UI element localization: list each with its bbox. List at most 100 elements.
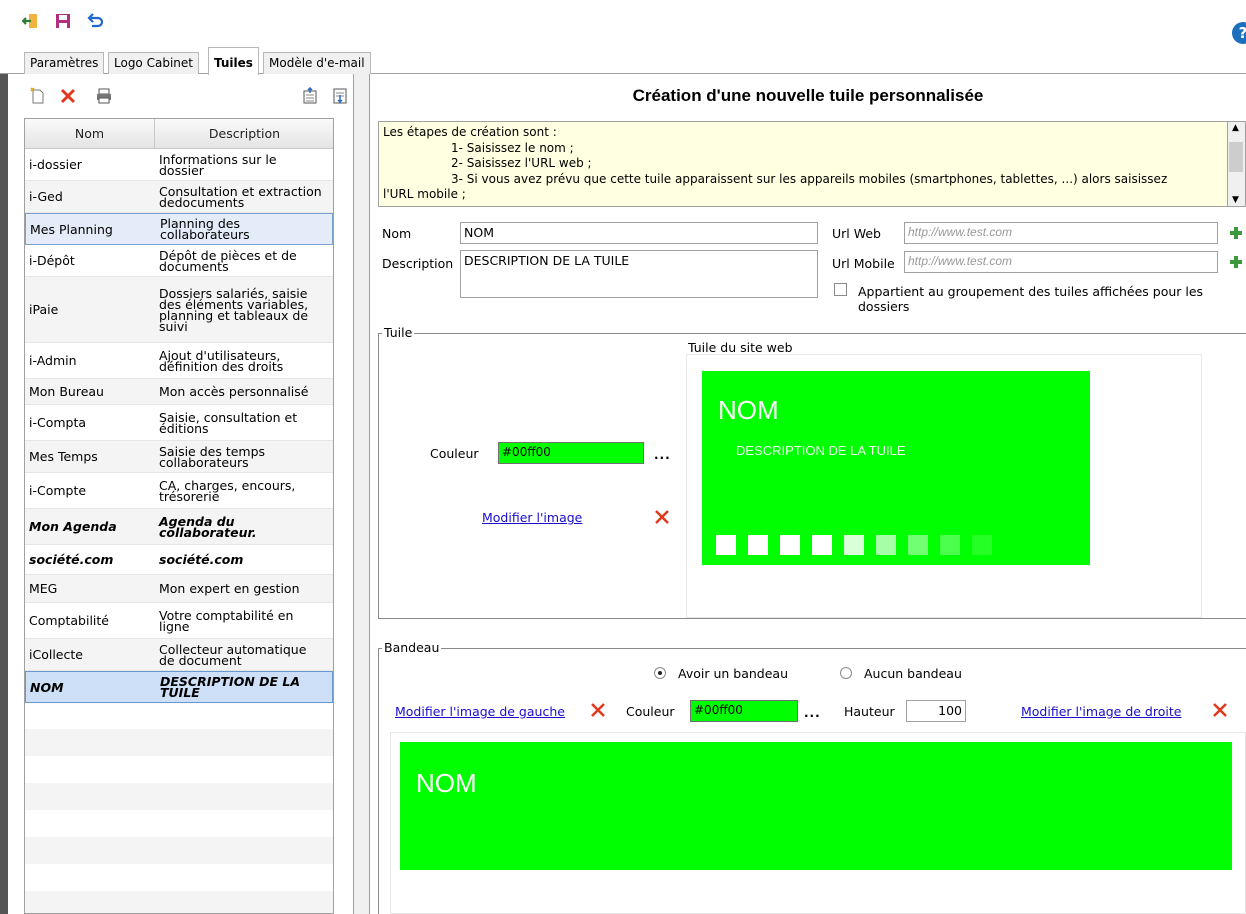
table-row[interactable]: i-Compte CA, charges, encours, trésorerie [25,473,333,509]
banner-title: NOM [416,768,477,798]
bandeau-legend: Bandeau [382,640,442,655]
row-description: société.com [159,552,244,567]
groupement-checkbox[interactable] [834,283,847,296]
nom-input[interactable]: NOM [460,222,818,244]
description-input[interactable]: DESCRIPTION DE LA TUILE [460,250,818,298]
banner-preview: NOM [400,742,1232,870]
tile-dot [780,535,800,555]
export-icon[interactable] [300,86,320,106]
new-icon[interactable] [28,86,48,106]
table-row[interactable]: i-Ged Consultation et extraction dedocume… [25,181,333,213]
radio-avoir-bandeau-label: Avoir un bandeau [678,666,788,681]
row-description: Saisie, consultation et éditions [159,409,298,436]
table-row[interactable]: i-Compta Saisie, consultation et éditions [25,405,333,441]
row-description: CA, charges, encours, trésorerie [159,477,296,504]
empty-row [25,837,333,864]
tab-logo-cabinet[interactable]: Logo Cabinet [108,52,199,74]
splitter[interactable] [354,74,370,914]
remove-image-icon[interactable] [654,509,670,525]
exit-icon[interactable] [20,10,42,32]
url-web-input[interactable]: http://www.test.com [904,222,1218,244]
table-row[interactable]: iCollecte Collecteur automatique de docum… [25,639,333,671]
print-icon[interactable] [94,86,114,106]
table-row[interactable]: Mes Planning Planning des collaborateurs [25,213,333,245]
bandeau-color-picker-button[interactable]: ... [804,706,821,720]
hauteur-label: Hauteur [844,704,895,719]
table-row[interactable]: iPaie Dossiers salariés, saisie des éléme… [25,277,333,343]
empty-row [25,783,333,810]
row-name: Mes Temps [29,449,98,464]
remove-left-image-icon[interactable] [590,702,606,718]
tuile-color-input[interactable]: #00ff00 [498,442,644,464]
import-icon[interactable] [330,86,350,106]
tab-parametres[interactable]: Paramètres [24,52,105,74]
tile-dot [940,535,960,555]
add-url-web-icon[interactable] [1228,225,1244,241]
row-name: Mon Bureau [29,384,104,399]
table-row[interactable]: i-Admin Ajout d'utilisateurs, définition … [25,343,333,379]
info-line: 2- Saisissez l'URL web ; [451,156,592,170]
row-description: Dépôt de pièces et de documents [159,247,297,274]
table-row[interactable]: Mon Bureau Mon accès personnalisé [25,379,333,405]
info-box: Les étapes de création sont : 1- Saisiss… [378,121,1228,207]
tile-dot [716,535,736,555]
row-name: iCollecte [29,647,83,662]
delete-icon[interactable] [58,86,78,106]
tuile-color-picker-button[interactable]: ... [654,448,671,462]
hauteur-input[interactable]: 100 [906,700,966,722]
row-name: Comptabilité [29,613,109,628]
bandeau-color-input[interactable]: #00ff00 [690,700,798,722]
row-name: Mon Agenda [29,519,117,534]
row-name: société.com [29,552,114,567]
column-header-nom[interactable]: Nom [25,119,155,149]
table-row[interactable]: Mes Temps Saisie des temps collaborateurs [25,441,333,473]
row-description: Consultation et extraction dedocuments [159,183,322,210]
modify-image-link[interactable]: Modifier l'image [482,510,582,525]
table-row[interactable]: i-dossier Informations sur le dossier [25,149,333,181]
row-name: i-dossier [29,157,82,172]
row-name: i-Dépôt [29,253,75,268]
tab-tuiles[interactable]: Tuiles [208,47,259,75]
url-mobile-input[interactable]: http://www.test.com [904,251,1218,273]
row-description: Mon accès personnalisé [159,384,309,399]
modify-left-image-link[interactable]: Modifier l'image de gauche [395,704,565,719]
row-description: Agenda du collaborateur. [159,513,257,540]
table-row[interactable]: Comptabilité Votre comptabilité en ligne [25,603,333,639]
row-description: Informations sur le dossier [159,151,277,178]
modify-right-image-link[interactable]: Modifier l'image de droite [1021,704,1181,719]
scroll-down-icon[interactable]: ▼ [1232,195,1239,205]
column-header-description[interactable]: Description [155,119,333,149]
scroll-up-icon[interactable]: ▲ [1232,123,1239,133]
tile-title: NOM [718,395,779,425]
left-edge [0,74,8,914]
row-name: iPaie [29,302,59,317]
add-url-mobile-icon[interactable] [1228,254,1244,270]
save-icon[interactable] [52,10,74,32]
table-row[interactable]: NOM DESCRIPTION DE LA TUILE [25,671,333,703]
nom-label: Nom [382,226,412,241]
tab-bar: Paramètres Logo Cabinet Tuiles Modèle d'… [0,44,1246,75]
radio-avoir-bandeau[interactable] [654,667,666,679]
table-row[interactable]: Mon Agenda Agenda du collaborateur. [25,509,333,545]
tuile-preview-label: Tuile du site web [688,340,793,355]
info-line: l'URL mobile ; [383,187,466,201]
tile-preview: NOM DESCRIPTION DE LA TUILE [702,371,1090,565]
info-scrollbar[interactable]: ▲ ▼ [1228,121,1246,207]
row-description: Mon expert en gestion [159,581,300,596]
tab-modele-email[interactable]: Modèle d'e-mail [263,52,371,74]
row-description: DESCRIPTION DE LA TUILE [160,674,301,700]
info-line: 3- Si vous avez prévu que cette tuile ap… [451,171,1168,186]
remove-right-image-icon[interactable] [1212,702,1228,718]
bandeau-couleur-label: Couleur [626,704,675,719]
empty-row [25,729,333,756]
row-description: Dossiers salariés, saisie des éléments v… [159,285,309,334]
radio-aucun-bandeau[interactable] [840,667,852,679]
table-row[interactable]: i-Dépôt Dépôt de pièces et de documents [25,245,333,277]
tile-description: DESCRIPTION DE LA TUILE [736,443,906,458]
table-row[interactable]: MEG Mon expert en gestion [25,575,333,603]
scroll-thumb[interactable] [1229,142,1243,172]
help-icon[interactable]: ? [1232,22,1246,44]
table-row[interactable]: société.com société.com [25,545,333,575]
tile-dot [908,535,928,555]
undo-icon[interactable] [84,10,106,32]
